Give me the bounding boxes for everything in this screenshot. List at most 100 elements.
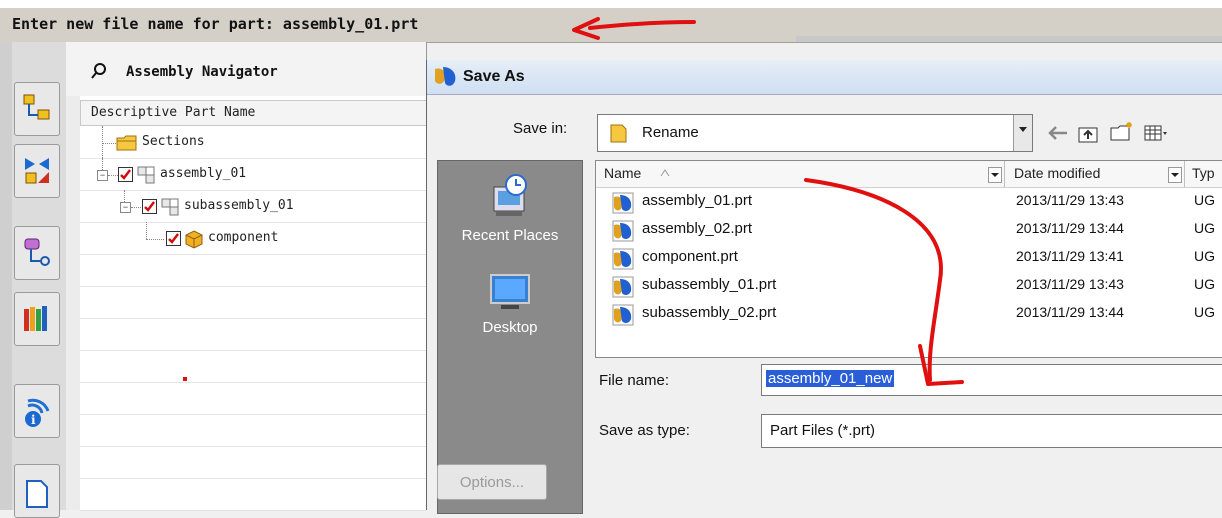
back-arrow-icon[interactable] [1047,124,1069,142]
folder-icon [116,135,137,151]
info-icon: i [25,398,50,427]
file-date: 2013/11/29 13:41 [1016,248,1124,264]
file-date: 2013/11/29 13:43 [1016,276,1124,292]
tree-row-empty [80,286,426,319]
constraint-navigator-icon [25,158,49,184]
tree-line [102,143,116,144]
tree-row-empty [80,254,426,287]
part-cube-icon [185,230,203,249]
checkbox-checked[interactable] [142,199,157,214]
place-label: Recent Places [461,227,559,244]
checkmark-icon [144,201,155,212]
file-row[interactable]: assembly_02.prt 2013/11/29 13:44 UG [596,217,1222,243]
tree-row-empty [80,414,426,447]
column-separator[interactable] [1004,161,1005,187]
file-name: subassembly_01.prt [642,276,777,293]
tree-label: assembly_01 [160,166,247,181]
navigator-header: Assembly Navigator [66,42,426,96]
file-row[interactable]: subassembly_01.prt 2013/11/29 13:43 UG [596,273,1222,299]
file-name-label: File name: [599,372,670,389]
file-list-header: Name Date modified Typ [596,161,1222,188]
place-recent-places[interactable]: Recent Places [438,171,582,244]
top-strip [0,0,1222,8]
nx-logo-icon [435,67,456,86]
file-type: UG [1194,304,1215,320]
column-dropdown-button[interactable] [988,167,1002,183]
nx-part-file-icon [612,220,634,242]
column-header-type[interactable]: Typ [1192,165,1215,181]
file-row[interactable]: component.prt 2013/11/29 13:41 UG [596,245,1222,271]
prompt-text: Enter new file name for part: assembly_0… [12,15,419,33]
file-date: 2013/11/29 13:44 [1016,220,1124,236]
checkbox-checked[interactable] [166,231,181,246]
checkmark-icon [120,169,131,180]
checkmark-icon [168,233,179,244]
file-name: assembly_02.prt [642,220,753,237]
file-type: UG [1194,276,1215,292]
save-as-type-label: Save as type: [599,422,690,439]
constraint-navigator-tab[interactable] [14,144,60,198]
assembly-icon [161,198,179,216]
dialog-titlebar[interactable]: Save As [427,60,1222,95]
checkbox-checked[interactable] [118,167,133,182]
file-name: assembly_01.prt [642,192,753,209]
tree-line [146,239,164,240]
tree-row-component[interactable]: component [80,222,426,255]
desktop-icon [490,274,530,309]
navigator-title: Assembly Navigator [126,64,278,80]
file-row[interactable]: subassembly_02.prt 2013/11/29 13:44 UG [596,301,1222,327]
column-dropdown-button[interactable] [1168,167,1182,183]
expander-minus[interactable]: − [97,170,108,181]
tree-line [131,207,141,208]
reuse-library-icon [24,306,47,331]
tree-line [102,158,103,170]
column-header-label: Descriptive Part Name [91,105,256,120]
save-as-type-select[interactable]: Part Files (*.prt) [761,414,1222,448]
expander-minus[interactable]: − [120,202,131,213]
view-menu-icon[interactable] [1143,124,1169,144]
tree-line [124,190,125,202]
file-date: 2013/11/29 13:44 [1016,304,1124,320]
document-icon [26,480,48,508]
places-bar: Recent Places Desktop [437,160,583,514]
save-as-type-value: Part Files (*.prt) [770,422,876,439]
up-folder-icon[interactable] [1077,124,1101,144]
tree-row-empty [80,350,426,383]
tree-row-sections[interactable]: Sections [80,126,426,159]
file-row[interactable]: assembly_01.prt 2013/11/29 13:43 UG [596,189,1222,215]
tree-row-assembly-01[interactable]: − assembly_01 [80,158,426,191]
save-in-value: Rename [642,124,699,141]
tree-row-subassembly-01[interactable]: − subassembly_01 [80,190,426,223]
assembly-icon [137,166,155,184]
place-desktop[interactable]: Desktop [438,269,582,336]
save-in-dropdown-button[interactable] [1013,115,1032,151]
roles-tab[interactable]: i [14,384,60,438]
save-in-combo[interactable]: Rename [597,114,1033,152]
reuse-library-tab[interactable] [14,292,60,346]
prompt-divider [796,36,1222,42]
save-as-dialog: Save As Save in: Rename Recent Places De… [426,60,1222,514]
folder-icon [610,124,627,143]
file-type: UG [1194,192,1215,208]
file-name-input[interactable]: assembly_01_new [761,364,1222,396]
tree-line [146,222,147,239]
file-name: component.prt [642,248,738,265]
column-separator[interactable] [1184,161,1185,187]
file-type: UG [1194,248,1215,264]
tree-line [108,175,118,176]
column-header-date-modified[interactable]: Date modified [1014,165,1100,181]
sort-up-icon [660,169,670,177]
part-navigator-icon [24,238,50,266]
column-header-part-name[interactable]: Descriptive Part Name [80,100,428,126]
pin-icon[interactable] [90,62,108,80]
assembly-navigator-tab[interactable] [14,82,60,136]
recent-places-icon [493,174,527,216]
resource-bar-strip [0,42,12,510]
nx-part-file-icon [612,248,634,270]
annotation-dot [183,377,187,381]
new-folder-icon[interactable] [1109,120,1135,144]
column-header-name[interactable]: Name [604,165,641,181]
options-button[interactable]: Options... [437,464,547,500]
tree-row-empty [80,446,426,479]
part-navigator-tab[interactable] [14,226,60,280]
